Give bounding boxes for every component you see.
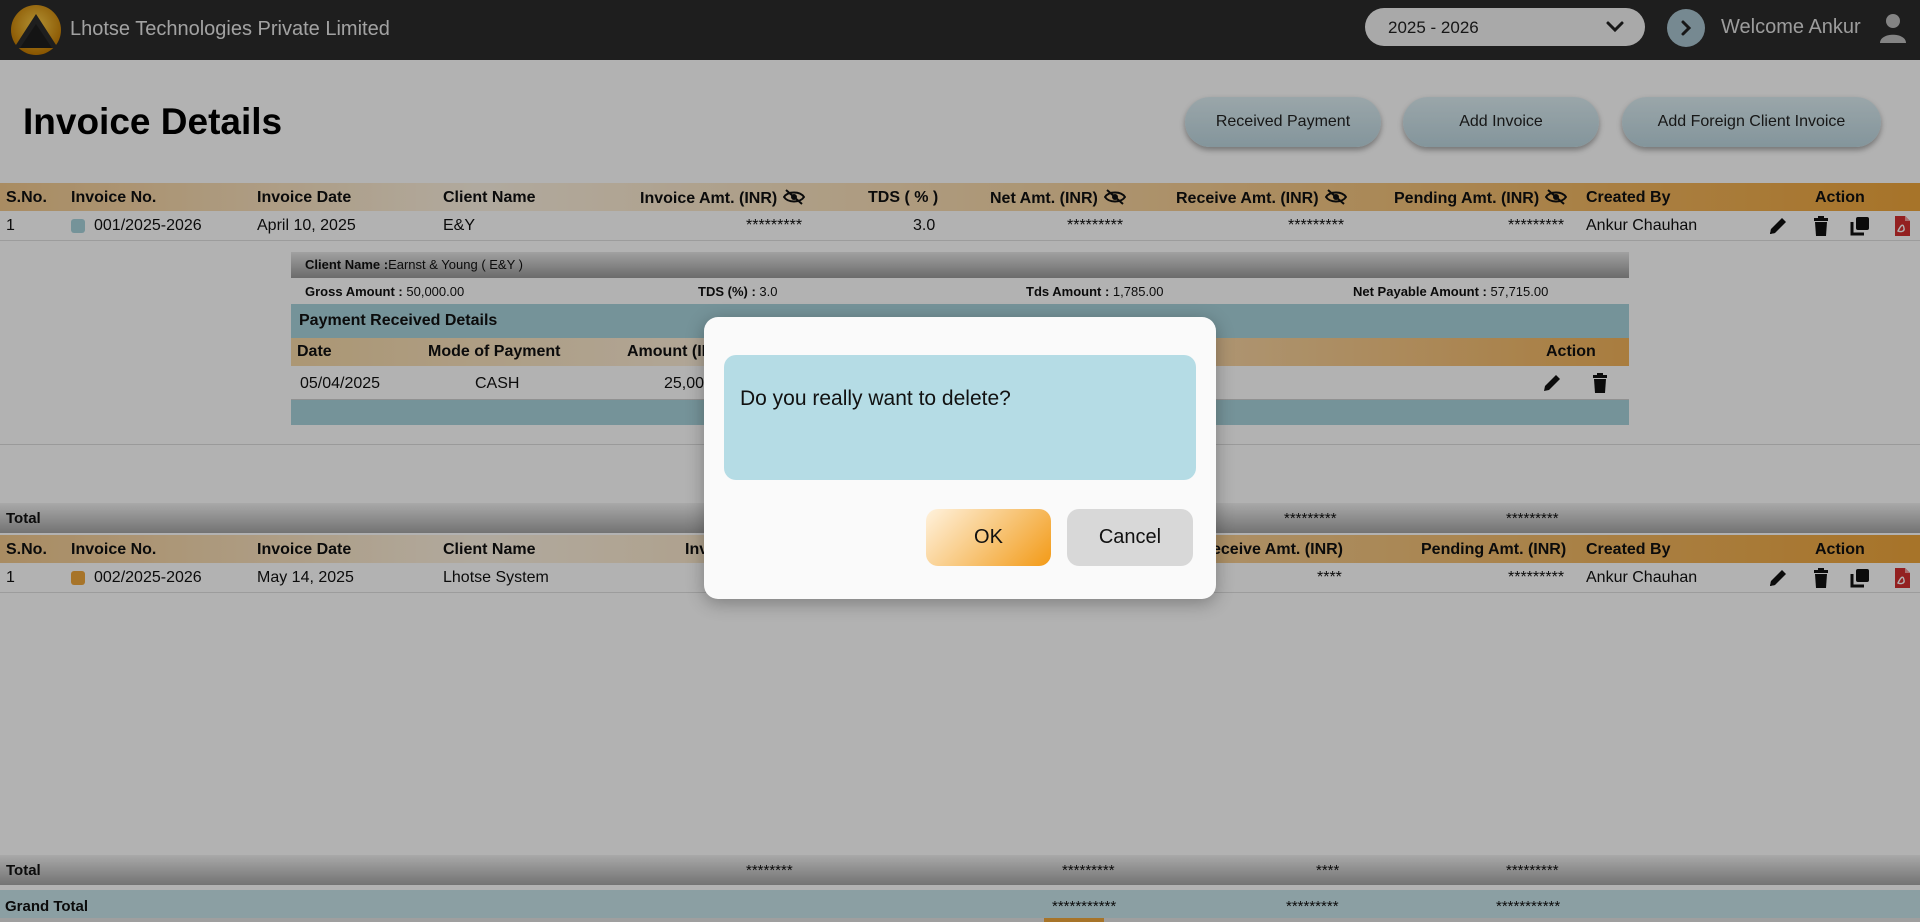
delete-confirm-dialog: Do you really want to delete? OK Cancel — [704, 317, 1216, 599]
dialog-message: Do you really want to delete? — [740, 387, 1011, 410]
dialog-message-box: Do you really want to delete? — [724, 355, 1196, 480]
ok-button[interactable]: OK — [926, 509, 1051, 566]
cancel-button[interactable]: Cancel — [1067, 509, 1193, 566]
